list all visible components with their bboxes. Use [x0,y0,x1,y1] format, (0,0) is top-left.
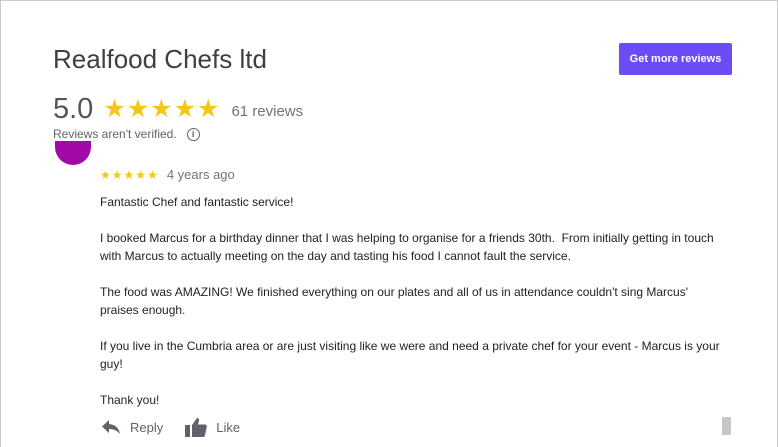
review-stars: ★ ★ ★ ★ ★ [100,169,158,181]
reply-icon [102,420,120,434]
review-paragraph: I booked Marcus for a birthday dinner th… [100,231,718,263]
star-icon: ★ [197,95,220,123]
info-icon[interactable]: i [186,127,200,141]
review-date: 4 years ago [166,167,235,182]
star-icon: ★ [111,167,123,182]
review-meta: ★ ★ ★ ★ ★ 4 years ago [100,167,235,182]
verify-text: Reviews aren't verified. [53,127,177,141]
review-body: Fantastic Chef and fantastic service! I … [100,193,730,427]
review-panel: Realfood Chefs ltd Get more reviews 5.0 … [0,0,778,447]
average-stars: ★ ★ ★ ★ ★ [103,97,219,122]
review-paragraph: If you live in the Cumbria area or are j… [100,339,723,371]
star-icon: ★ [100,167,111,182]
get-more-reviews-button[interactable]: Get more reviews [619,43,732,75]
star-icon: ★ [147,167,158,182]
review-paragraph: Thank you! [100,393,160,407]
star-icon: ★ [126,95,150,123]
business-name: Realfood Chefs ltd [53,44,267,74]
average-score: 5.0 [53,93,94,125]
reply-button[interactable]: Reply [101,419,163,435]
star-icon: ★ [135,167,147,182]
reviewer-avatar[interactable] [55,141,91,165]
star-icon: ★ [103,95,126,123]
review-paragraph: Fantastic Chef and fantastic service! [100,195,294,209]
verification-note: Reviews aren't verified. i [53,127,200,141]
star-icon: ★ [150,95,173,123]
thumbs-up-icon [185,418,208,437]
reply-label: Reply [130,419,164,435]
scrollbar-thumb[interactable] [722,417,731,435]
rating-summary: 5.0 ★ ★ ★ ★ ★ 61 reviews [53,93,303,126]
review-actions: Reply Like [101,417,240,437]
star-icon: ★ [173,95,197,123]
like-button[interactable]: Like [185,417,240,437]
star-icon: ★ [123,167,135,182]
review-count[interactable]: 61 reviews [231,103,303,120]
review-paragraph: The food was AMAZING! We finished everyt… [100,285,692,317]
like-label: Like [216,419,241,435]
